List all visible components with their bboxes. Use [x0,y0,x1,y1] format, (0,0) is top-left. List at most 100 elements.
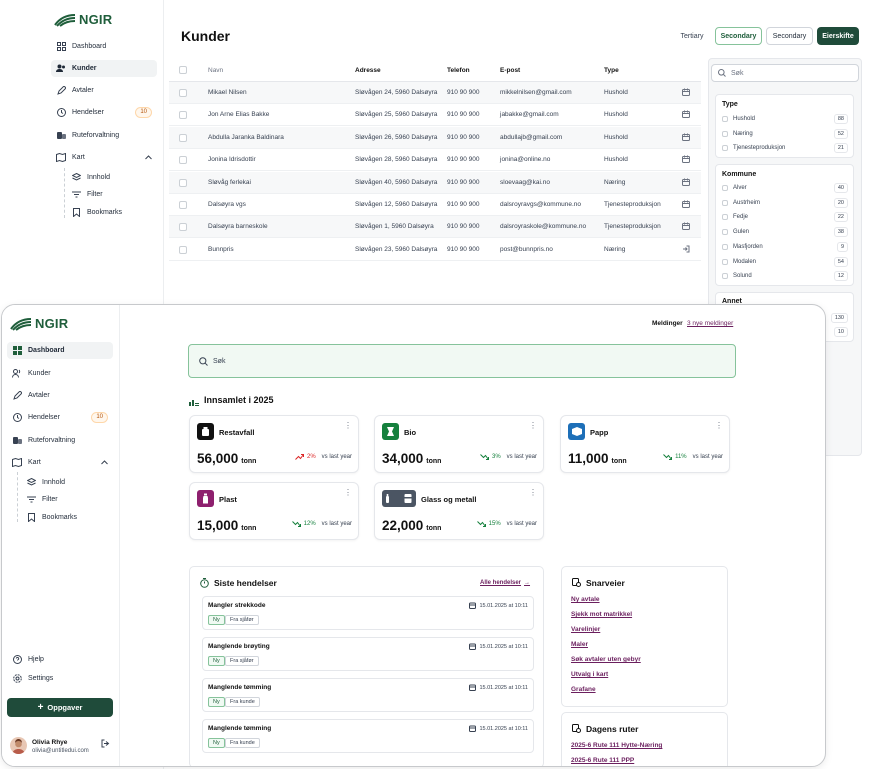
filter-option[interactable]: Hushold 88 [722,113,848,125]
stat-card[interactable]: Plast ⋮ 15,000 tonn 12% vs last year [189,482,359,540]
calendar-icon[interactable] [682,88,690,96]
nav-innhold[interactable]: Innhold [66,169,115,186]
row-checkbox[interactable] [179,89,187,97]
shortcut-link[interactable]: Maler [571,641,588,648]
secondary-button[interactable]: Secondary [766,27,813,45]
nav-avtaler[interactable]: Avtaler [51,82,99,99]
secondary-green-button[interactable]: Secondary [715,27,762,45]
nav-hendelser[interactable]: Hendelser 10 [51,104,157,121]
filter-checkbox[interactable] [722,214,728,221]
nav-filter[interactable]: Filter [66,186,108,203]
shortcut-link[interactable]: Varelinjer [571,626,600,633]
nav-kart[interactable]: Kart [51,149,157,166]
messages-link[interactable]: 3 nye meldinger [687,320,733,327]
nav-avtaler[interactable]: Avtaler [7,387,55,404]
calendar-icon[interactable] [682,110,690,119]
tertiary-button[interactable]: Tertiary [674,27,710,45]
row-checkbox[interactable] [179,156,187,165]
more-icon[interactable]: ⋮ [529,489,537,497]
eierskifte-button[interactable]: Eierskifte [817,27,859,45]
row-checkbox[interactable] [179,245,187,254]
filter-checkbox[interactable] [722,243,728,250]
table-row[interactable]: Abdulla Jaranka Baldinara Sløvågen 26, 59… [169,126,701,149]
filter-checkbox[interactable] [722,185,728,191]
event-item[interactable]: Manglende tømming 15.01.2025 at 10:11 Ny Fr… [202,678,534,712]
select-all-checkbox[interactable] [179,66,187,74]
stat-card[interactable]: Glass og metall ⋮ 22,000 tonn 15% vs last yea… [374,482,544,540]
nav-bookmarks[interactable]: Bookmarks [21,509,82,526]
stat-card[interactable]: Papp ⋮ 11,000 tonn 11% vs last year [560,415,730,473]
nav-filter[interactable]: Filter [21,491,63,508]
filter-option[interactable]: Masfjorden 9 [722,241,848,253]
table-row[interactable]: Jon Arne Elias Bakke Sløvågen 25, 5960 Da… [169,104,701,127]
table-row[interactable]: Mikael Nilsen Sløvågen 24, 5960 Dalsøyra 9… [169,82,701,104]
shortcut-link[interactable]: Ny avtale [571,596,600,603]
shortcut-link[interactable]: Søk avtaler uten gebyr [571,656,641,663]
shortcut-link[interactable]: Grafane [571,686,596,693]
calendar-icon[interactable] [682,155,690,164]
calendar-icon[interactable] [682,133,690,141]
stat-card[interactable]: Bio ⋮ 34,000 tonn 3% vs last year [374,415,544,473]
table-row[interactable]: Dalsøyra barneskole Sløvågen 1, 5960 Dals… [169,216,701,239]
more-icon[interactable]: ⋮ [529,422,537,430]
route-link[interactable]: 2025-6 Rute 111 PPP [571,757,634,764]
new-task-button[interactable]: + Oppgaver [7,698,113,717]
shortcut-link[interactable]: Utvalg i kart [571,671,608,678]
filter-option[interactable]: Fedje 22 [722,211,848,223]
nav-ruteforvaltning[interactable]: Ruteforvaltning [7,432,80,449]
route-link[interactable]: 2025-6 Rute 111 Hytte-Næring [571,742,662,749]
event-item[interactable]: Mangler strekkode 15.01.2025 at 10:11 Ny Fr… [202,596,534,630]
avatar[interactable] [10,737,27,754]
shortcut-link[interactable]: Sjekk mot matrikkel [571,611,632,618]
nav-innhold[interactable]: Innhold [21,474,70,491]
nav-kunder[interactable]: Kunder [51,60,157,77]
filter-checkbox[interactable] [722,258,728,265]
row-checkbox[interactable] [179,201,187,209]
more-icon[interactable]: ⋮ [344,489,352,497]
row-checkbox[interactable] [179,111,187,120]
calendar-icon[interactable] [682,222,690,231]
row-checkbox[interactable] [179,178,187,187]
nav-kunder[interactable]: Kunder [7,365,56,382]
stat-card[interactable]: Restavfall ⋮ 56,000 tonn 2% vs last year [189,415,359,473]
nav-help[interactable]: Hjelp [7,651,49,668]
table-row[interactable]: Sløvåg ferlekai Sløvågen 40, 5960 Dalsøyr… [169,171,701,194]
nav-dashboard[interactable]: Dashboard [51,38,111,55]
table-row[interactable]: Dalsøyra vgs Sløvågen 12, 5960 Dalsøyra 91… [169,194,701,216]
all-events-link[interactable]: Alle hendelser → [480,580,530,586]
nav-ruteforvaltning[interactable]: Ruteforvaltning [51,127,124,144]
nav-dashboard[interactable]: Dashboard [7,342,113,359]
event-item[interactable]: Manglende brøyting 15.01.2025 at 10:11 Ny F… [202,637,534,671]
filter-option[interactable]: Austrheim 20 [722,197,848,209]
search-input[interactable]: Søk [188,344,736,378]
filter-option[interactable]: Alver 40 [722,182,848,194]
filter-option[interactable]: Solund 12 [722,270,848,282]
logout-icon[interactable] [101,739,110,748]
table-row[interactable]: Jonina Idrisdottir Sløvågen 28, 5960 Dals… [169,149,701,172]
filter-option[interactable]: Gulen 38 [722,226,848,238]
filter-checkbox[interactable] [722,273,728,280]
filter-checkbox[interactable] [722,229,728,236]
login-icon[interactable] [682,245,690,253]
filter-checkbox[interactable] [722,199,728,206]
table-row[interactable]: Bunnpris Sløvågen 23, 5960 Dalsøyra 910 90… [169,238,701,261]
calendar-icon[interactable] [682,178,690,186]
filter-checkbox[interactable] [722,116,728,122]
row-checkbox[interactable] [179,133,187,142]
filter-search-input[interactable]: Søk [711,64,859,82]
filter-option[interactable]: Modalen 54 [722,256,848,268]
filter-option[interactable]: Næring 52 [722,128,848,140]
nav-settings[interactable]: Settings [7,670,58,687]
row-checkbox[interactable] [179,223,187,232]
more-icon[interactable]: ⋮ [715,422,723,430]
filter-checkbox[interactable] [722,145,728,152]
nav-kart[interactable]: Kart [7,454,113,471]
nav-bookmarks[interactable]: Bookmarks [66,204,127,221]
chevron-up-icon[interactable] [101,460,108,465]
calendar-icon[interactable] [682,200,690,208]
filter-option[interactable]: Tjenesteproduksjon 21 [722,142,848,154]
event-item[interactable]: Manglende tømming 15.01.2025 at 10:11 Ny Fr… [202,719,534,753]
chevron-up-icon[interactable] [145,155,152,160]
more-icon[interactable]: ⋮ [344,422,352,430]
filter-checkbox[interactable] [722,130,728,137]
